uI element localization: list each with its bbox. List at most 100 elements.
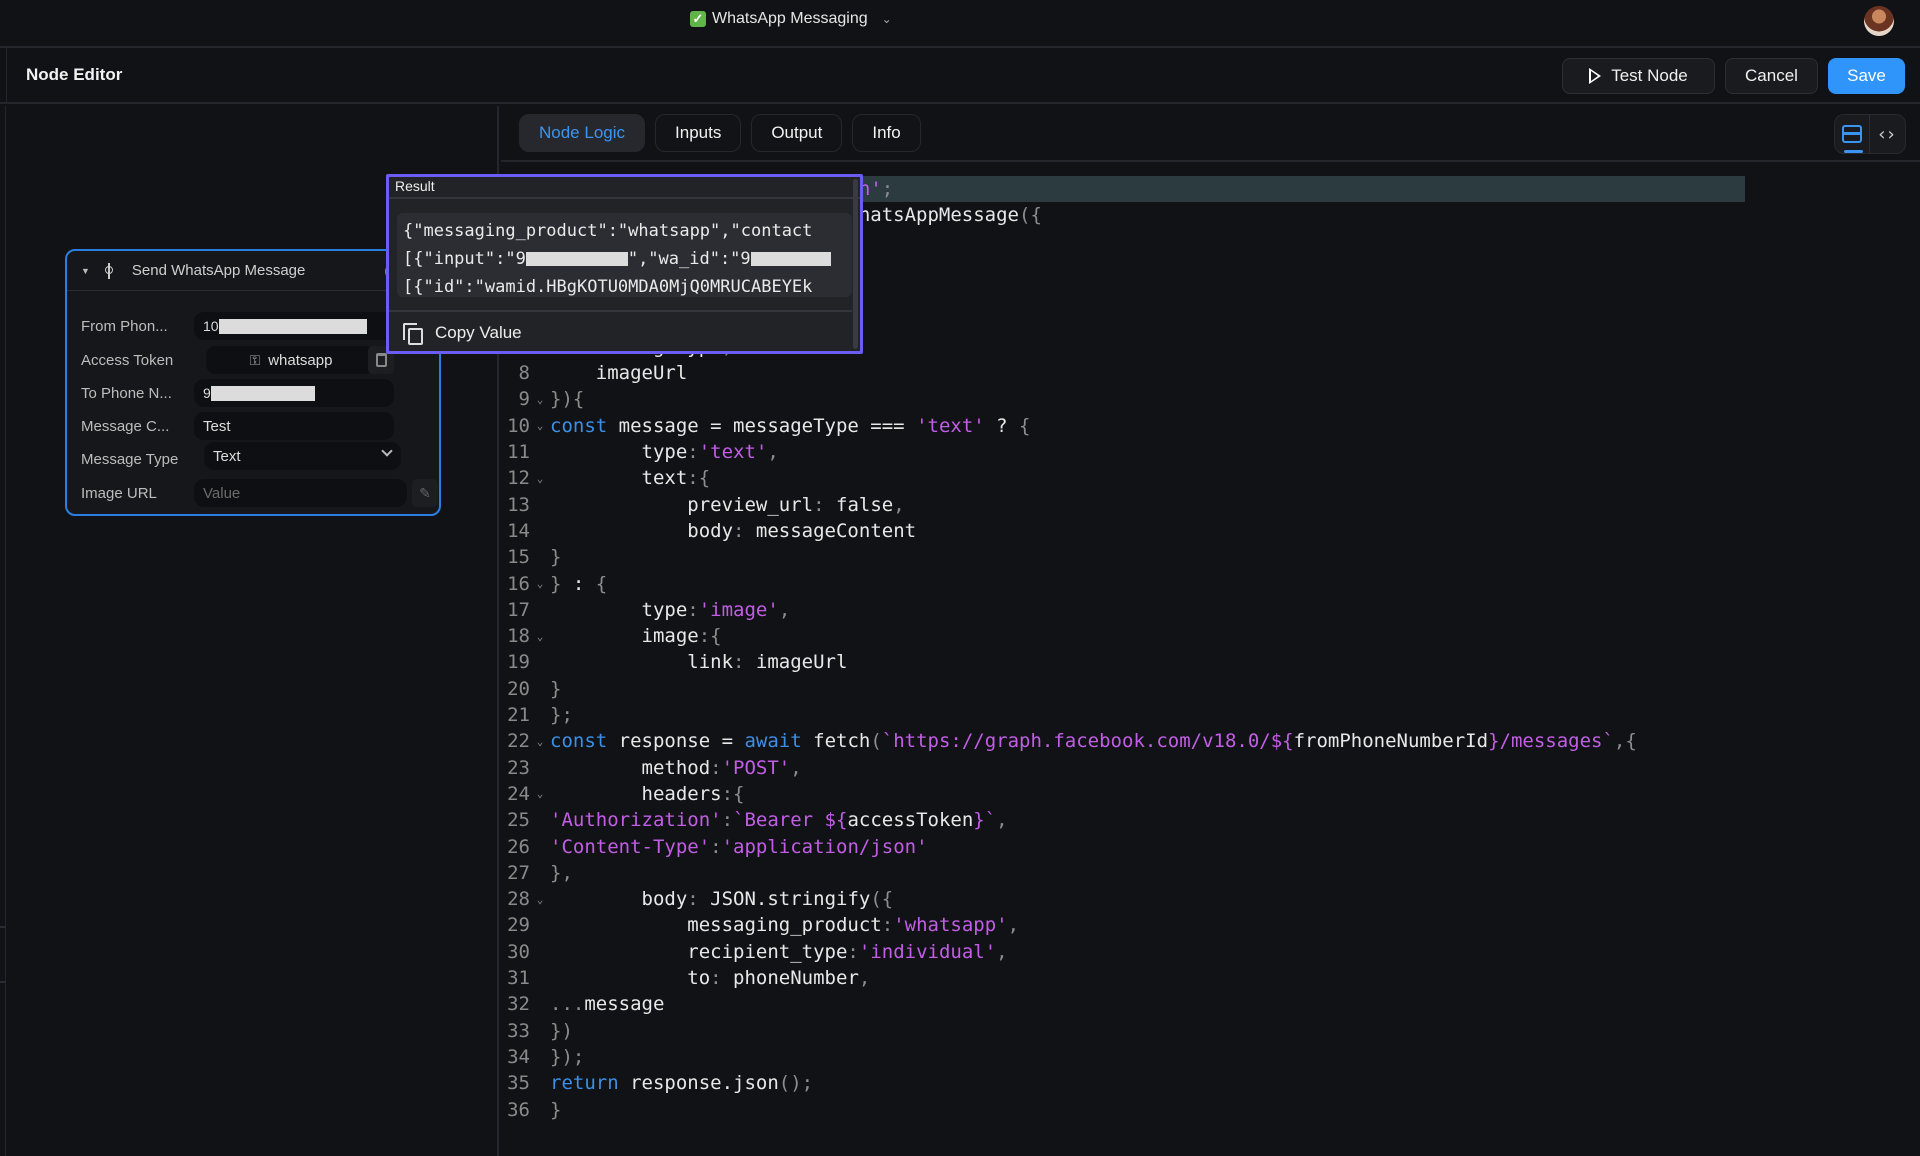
- code-line[interactable]: 15 }: [501, 544, 1920, 570]
- result-popup: Result {"messaging_product":"whatsapp","…: [386, 174, 863, 354]
- line-number: 27: [507, 861, 530, 884]
- result-line: [{"input":"9 ","wa_id":"9: [403, 245, 846, 273]
- code-line[interactable]: 10 ⌄ const message = messageType === 'tex…: [501, 413, 1920, 439]
- field-access-token: Access Token ⚿ whatsapp: [81, 346, 394, 374]
- line-number: 12: [507, 467, 530, 490]
- code-line[interactable]: 33 }): [501, 1018, 1920, 1044]
- test-node-button[interactable]: Test Node: [1562, 58, 1715, 94]
- code-line[interactable]: 29 messaging_product: 'whatsapp',: [501, 912, 1920, 938]
- code-line[interactable]: 13 preview_url: false,: [501, 492, 1920, 518]
- edit-field-button[interactable]: ✎: [412, 479, 438, 507]
- code-line[interactable]: 17 type: 'image',: [501, 597, 1920, 623]
- line-number: 9: [518, 388, 530, 411]
- field-from-phone: From Phon... 10: [81, 312, 394, 340]
- field-message-content: Message C... Test: [81, 412, 394, 440]
- result-line: {"messaging_product":"whatsapp","contact: [403, 221, 813, 241]
- scrollbar[interactable]: [853, 179, 858, 349]
- tab-node-logic[interactable]: Node Logic: [519, 114, 646, 152]
- project-selector[interactable]: ✓ WhatsApp Messaging ⌄: [690, 10, 892, 28]
- code-text: image: {: [550, 625, 722, 648]
- code-line[interactable]: 25 'Authorization': `Bearer ${accessToke…: [501, 807, 1920, 833]
- code-text: 'Content-Type': 'application/json': [550, 835, 928, 858]
- code-line[interactable]: 11 type: 'text',: [501, 439, 1920, 465]
- fold-chevron-icon[interactable]: ⌄: [530, 630, 550, 643]
- code-line[interactable]: 27 },: [501, 860, 1920, 886]
- tab-info[interactable]: Info: [852, 114, 921, 152]
- copy-icon: [403, 323, 423, 345]
- fold-chevron-icon[interactable]: ⌄: [530, 577, 550, 590]
- line-number: 26: [507, 835, 530, 858]
- redacted-value: [525, 252, 628, 266]
- copy-value-button[interactable]: Copy Value: [403, 323, 522, 345]
- tab-inputs[interactable]: Inputs: [655, 114, 742, 152]
- line-number: 20: [507, 677, 530, 700]
- fold-chevron-icon[interactable]: ⌄: [530, 893, 550, 906]
- code-line[interactable]: 36}: [501, 1097, 1920, 1123]
- message-content-input[interactable]: Test: [194, 412, 394, 440]
- code-line[interactable]: 26 'Content-Type': 'application/json': [501, 834, 1920, 860]
- code-line[interactable]: 32 ... message: [501, 991, 1920, 1017]
- divider: [6, 48, 7, 104]
- code-line[interactable]: 24 ⌄ headers: {: [501, 781, 1920, 807]
- line-number: 28: [507, 888, 530, 911]
- message-type-select[interactable]: Text: [204, 442, 401, 470]
- node-header[interactable]: ▼ Send WhatsApp Message ✓ ···: [67, 251, 439, 291]
- line-number: 17: [507, 598, 530, 621]
- code-line[interactable]: 35 return response.json ();: [501, 1070, 1920, 1096]
- line-number: 14: [507, 519, 530, 542]
- save-button[interactable]: Save: [1828, 58, 1905, 94]
- code-line[interactable]: 34 });: [501, 1044, 1920, 1070]
- result-line: [{"id":"wamid.HBgKOTU0MDA0MjQ0MRUCABEYEk: [403, 277, 813, 297]
- code-line[interactable]: 19 link: imageUrl: [501, 649, 1920, 675]
- fold-chevron-icon[interactable]: ⌄: [530, 735, 550, 748]
- fold-chevron-icon[interactable]: ⌄: [530, 393, 550, 406]
- fold-chevron-icon[interactable]: ⌄: [530, 472, 550, 485]
- field-image-url: Image URL Value ✎: [81, 479, 438, 507]
- code-line[interactable]: 20 }: [501, 676, 1920, 702]
- editor-header: Node Editor Test Node Cancel Save: [0, 48, 1920, 104]
- tab-output[interactable]: Output: [751, 114, 843, 152]
- function-icon: [104, 262, 114, 279]
- to-phone-input[interactable]: 9: [194, 379, 394, 407]
- code-text: type: 'image',: [550, 598, 791, 621]
- active-indicator: [1844, 150, 1863, 153]
- code-line[interactable]: 9 ⌄}) {: [501, 386, 1920, 412]
- code-view-icon: ‹›: [1878, 123, 1897, 145]
- code-line[interactable]: 14 body: messageContent: [501, 518, 1920, 544]
- code-line[interactable]: 16 ⌄ } : {: [501, 571, 1920, 597]
- line-number: 18: [507, 625, 530, 648]
- code-line[interactable]: 8 imageUrl: [501, 360, 1920, 386]
- code-line[interactable]: 12 ⌄ text: {: [501, 465, 1920, 491]
- code-view-button[interactable]: ‹›: [1870, 115, 1905, 153]
- node-card[interactable]: ▼ Send WhatsApp Message ✓ ··· From Phon.…: [65, 249, 441, 516]
- split-view-icon: [1842, 125, 1862, 143]
- save-label: Save: [1847, 66, 1886, 85]
- code-text: const message = messageType === 'text' ?…: [550, 414, 1031, 437]
- access-token-select[interactable]: ⚿ whatsapp: [206, 346, 376, 374]
- fold-chevron-icon[interactable]: ⌄: [530, 787, 550, 800]
- code-text: preview_url: false,: [550, 493, 905, 516]
- line-number: 25: [507, 809, 530, 832]
- user-avatar[interactable]: [1864, 6, 1894, 36]
- result-value[interactable]: {"messaging_product":"whatsapp","contact…: [397, 213, 852, 297]
- code-line[interactable]: 22 ⌄ const response = await fetch(`https:…: [501, 728, 1920, 754]
- code-line[interactable]: 23 method: 'POST',: [501, 755, 1920, 781]
- code-line[interactable]: 30 recipient_type: 'individual',: [501, 939, 1920, 965]
- collapse-caret-icon[interactable]: ▼: [81, 266, 90, 276]
- popup-title: Result: [389, 177, 860, 199]
- field-value: Test: [203, 417, 231, 435]
- code-line[interactable]: 28 ⌄ body: JSON.stringify({: [501, 886, 1920, 912]
- code-line[interactable]: 18 ⌄ image: {: [501, 623, 1920, 649]
- fold-chevron-icon[interactable]: ⌄: [530, 419, 550, 432]
- field-label: Access Token: [81, 351, 174, 369]
- split-view-button[interactable]: [1835, 115, 1871, 153]
- image-url-input[interactable]: Value: [194, 479, 407, 507]
- from-phone-input[interactable]: 10: [194, 312, 394, 340]
- code-line[interactable]: 21 };: [501, 702, 1920, 728]
- cancel-button[interactable]: Cancel: [1725, 58, 1818, 94]
- code-line[interactable]: 31 to: phoneNumber,: [501, 965, 1920, 991]
- line-number: 35: [507, 1072, 530, 1095]
- line-number: 32: [507, 993, 530, 1016]
- node-title: Send WhatsApp Message: [131, 262, 306, 279]
- cancel-label: Cancel: [1745, 66, 1798, 85]
